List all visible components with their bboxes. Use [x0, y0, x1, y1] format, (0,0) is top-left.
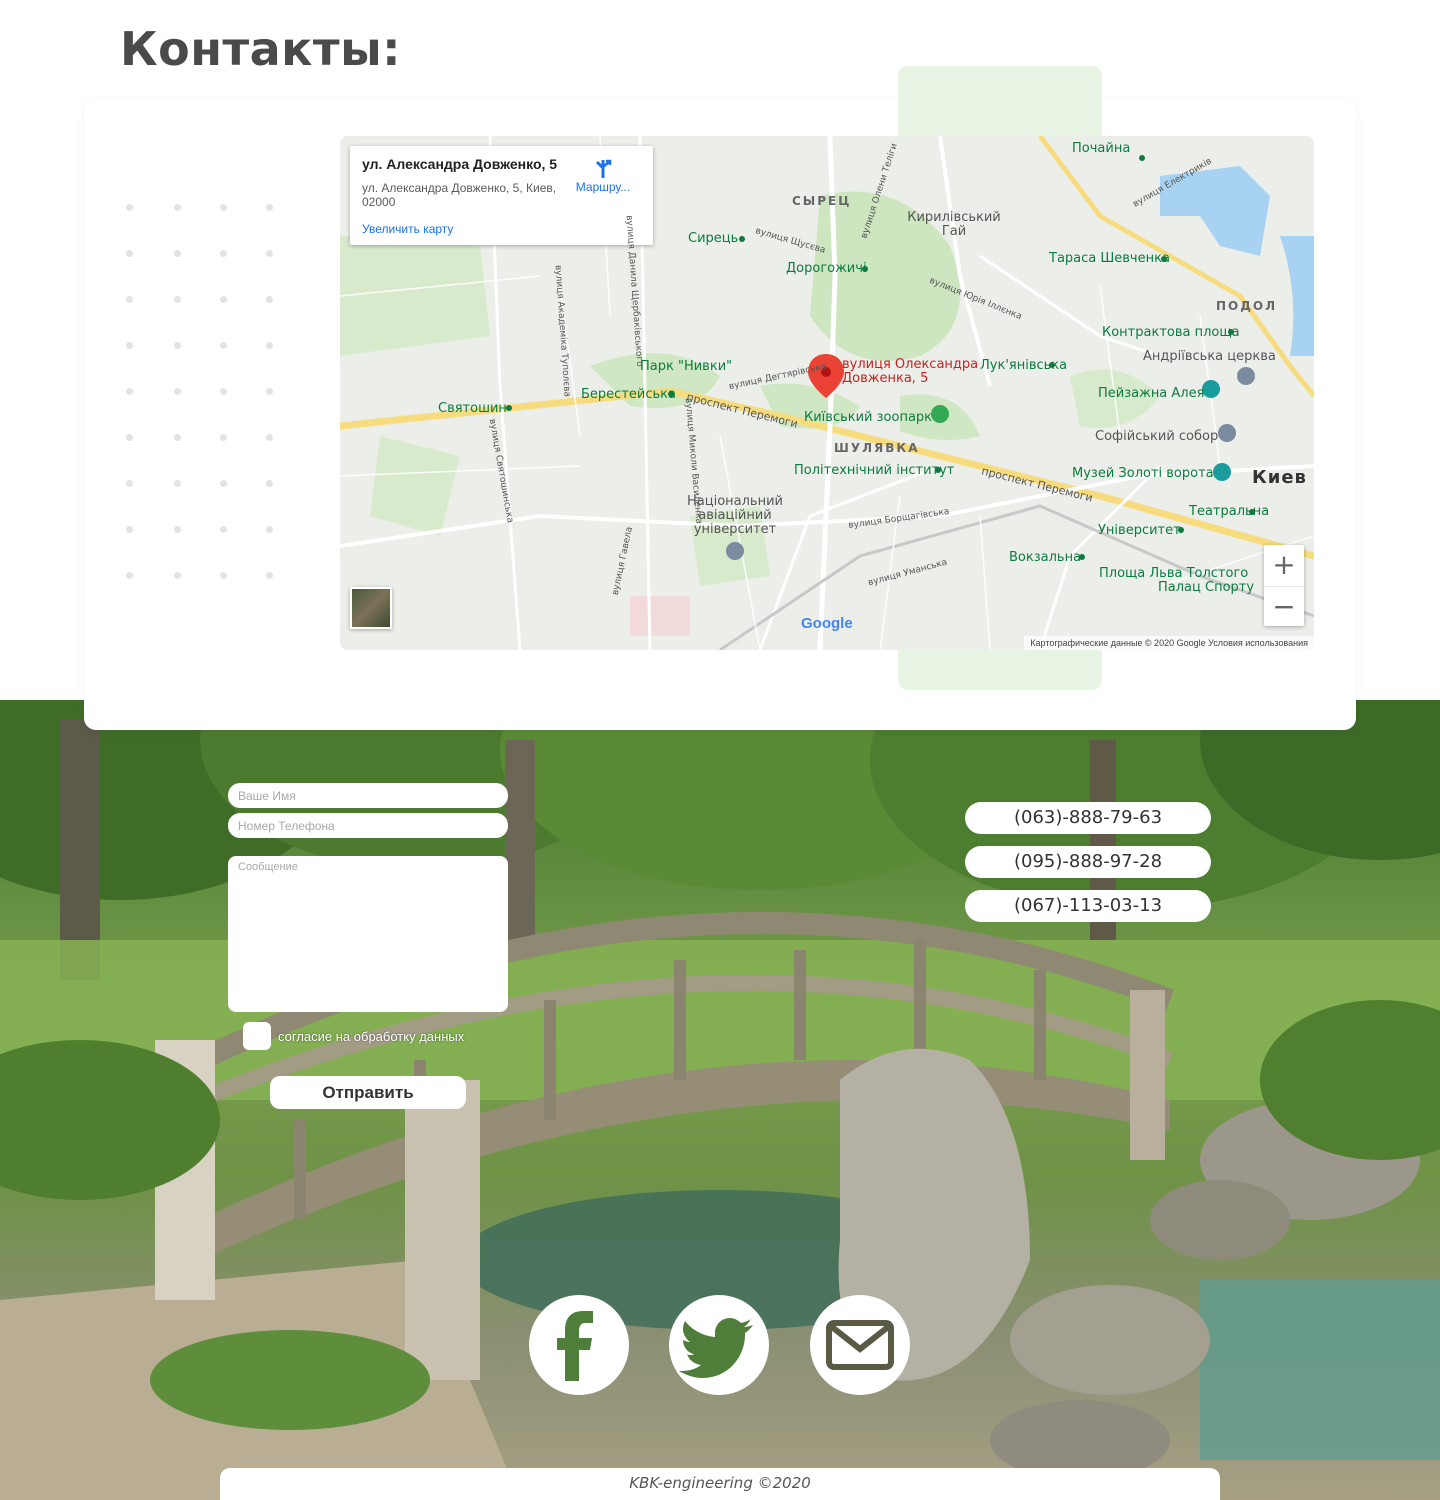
submit-button[interactable]: Отправить	[270, 1076, 466, 1109]
map-zoom-controls: + −	[1264, 545, 1304, 626]
map-label-peizazhna: Пейзажна Алея	[1098, 386, 1205, 401]
map-label-syrets: Сирець	[688, 231, 739, 246]
map-label-teatralna: Театральна	[1189, 504, 1270, 519]
zoom-in-button[interactable]: +	[1264, 545, 1304, 585]
map-place-card: ул. Александра Довженко, 5 ул. Александр…	[350, 146, 653, 245]
map-label-pochaina: Почайна	[1072, 141, 1131, 156]
consent-label: согласие на обработку данных	[278, 1029, 465, 1044]
map-label-zoloti: Музей Золоті ворота	[1072, 466, 1214, 481]
map-label-kontraktova: Контрактова площа	[1102, 325, 1240, 340]
consent-checkbox[interactable]	[243, 1022, 271, 1050]
map-label-lukianivska: Лук'янівська	[980, 358, 1068, 373]
directions-label: Маршру...	[575, 180, 631, 194]
map-label-shuliavka: ШУЛЯВКА	[834, 441, 920, 455]
phone-number-1[interactable]: (063)-888-79-63	[965, 802, 1211, 834]
phone-number-3[interactable]: (067)-113-03-13	[965, 890, 1211, 922]
google-map[interactable]: ул. Александра Довженко, 5 ул. Александр…	[340, 136, 1314, 650]
message-textarea[interactable]	[228, 856, 508, 1012]
map-label-vokzalna: Вокзальна	[1009, 550, 1082, 565]
enlarge-map-link[interactable]: Увеличить карту	[362, 222, 453, 236]
phone-number-2[interactable]: (095)-888-97-28	[965, 846, 1211, 878]
twitter-icon	[679, 1318, 753, 1378]
map-attribution[interactable]: Картографические данные © 2020 Google Ус…	[1024, 636, 1314, 650]
map-label-tarasa: Тараса Шевченка	[1049, 251, 1170, 266]
mail-button[interactable]	[810, 1295, 910, 1395]
zoom-out-button[interactable]: −	[1264, 586, 1304, 626]
map-label-syrets-district: СЫРЕЦ	[792, 194, 852, 208]
map-label-sofiiskyi: Софійський собор	[1095, 429, 1219, 444]
satellite-toggle[interactable]	[350, 587, 392, 629]
map-label-palats: Палац Спорту	[1158, 580, 1255, 595]
directions-button[interactable]: Маршру...	[573, 158, 633, 194]
map-label-kyrylivskyi: Кирилівський Гай	[907, 210, 1001, 239]
google-logo: Google	[801, 615, 853, 632]
map-label-podil: ПОДОЛ	[1216, 299, 1278, 313]
directions-icon	[595, 159, 612, 178]
map-label-sviatoshyn: Святошин	[438, 401, 507, 416]
decorative-dot-grid	[126, 204, 286, 584]
map-label-park-nyvky: Парк "Нивки"	[640, 359, 733, 374]
page-root: Контакты: ул. Александра Довженко, 5 ул.…	[0, 0, 1440, 1500]
twitter-button[interactable]	[669, 1295, 769, 1395]
map-label-universytet: Університет	[1098, 523, 1181, 538]
map-label-andriivska: Андріївська церква	[1143, 349, 1276, 364]
facebook-icon	[557, 1311, 593, 1381]
map-label-kyiv: Киев	[1252, 467, 1307, 488]
map-place-address: ул. Александра Довженко, 5, Киев, 02000	[362, 181, 557, 209]
map-label-politekh: Політехнічний інститут	[794, 463, 955, 478]
page-title: Контакты:	[120, 22, 402, 76]
map-label-tolstoho: Площа Льва Толстого	[1099, 566, 1249, 581]
footer-copyright: KBK-engineering ©2020	[220, 1468, 1220, 1500]
map-marker-label: вулиця Олександра Довженка, 5	[842, 357, 979, 386]
map-label-zoo: Київський зоопарк	[804, 410, 933, 425]
map-label-dorohozhychi: Дорогожичі	[786, 261, 867, 276]
phone-input[interactable]	[228, 813, 508, 838]
name-input[interactable]	[228, 783, 508, 808]
facebook-button[interactable]	[529, 1295, 629, 1395]
mail-icon	[826, 1320, 894, 1370]
map-label-beresteiska: Берестейська	[581, 387, 676, 402]
